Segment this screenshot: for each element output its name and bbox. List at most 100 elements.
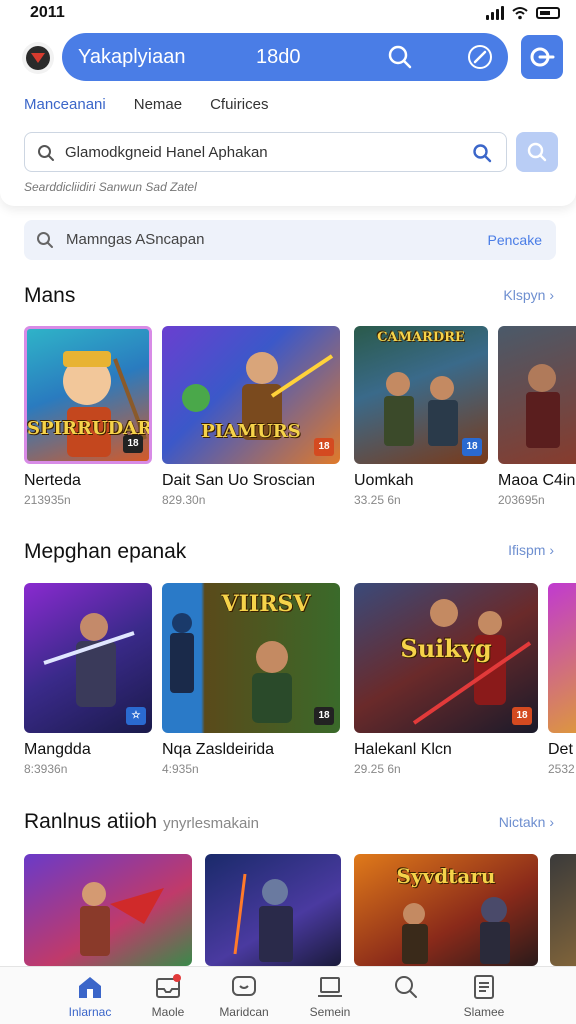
battery-icon: [536, 7, 560, 19]
tab-cfuirices[interactable]: Cfuirices: [210, 96, 268, 113]
status-time: 2011: [30, 4, 65, 21]
game-name: Uomkah: [354, 472, 414, 489]
inbox-icon: [156, 974, 181, 998]
section-see-all-link[interactable]: Nictakn ›: [499, 814, 554, 830]
game-card[interactable]: VIIRSV 18 Nqa Zasldeirida 4:935n: [162, 583, 340, 776]
chevron-right-icon: ›: [549, 287, 554, 303]
character-art-icon: [80, 882, 164, 956]
game-card[interactable]: ☆ Mangdda 8:3936n: [24, 583, 152, 776]
chevron-right-icon: ›: [549, 542, 554, 558]
rating-badge: 18: [314, 438, 334, 456]
tab-nemae[interactable]: Nemae: [134, 96, 182, 113]
nav-label: Maole: [151, 1005, 185, 1019]
tab-bar: Manceanani Nemae Cfuirices: [24, 96, 296, 113]
nav-item-laptop[interactable]: Semein: [290, 973, 370, 1019]
nav-item-inbox[interactable]: Maole: [128, 973, 208, 1019]
app-title: Yakaplyiaan: [78, 46, 186, 68]
section-title: Mepghan epanak: [24, 540, 186, 564]
secondary-search[interactable]: Mamngas ASncapan Pencake: [24, 220, 556, 260]
game-thumbnail: [550, 854, 576, 966]
game-meta: 33.25 6n: [354, 493, 401, 507]
game-thumbnail: PIAMURS 18: [162, 326, 340, 464]
nav-item-document[interactable]: Slamee: [444, 973, 524, 1019]
game-thumbnail: Syvdtaru: [354, 854, 538, 966]
game-card[interactable]: [205, 854, 341, 966]
game-card[interactable]: SPIRRUDAR 18 Nerteda 213935n: [24, 326, 152, 507]
game-thumbnail: [24, 854, 192, 966]
game-card[interactable]: [24, 854, 192, 966]
rating-badge: 18: [512, 707, 532, 725]
game-thumbnail: VIIRSV 18: [162, 583, 340, 733]
game-thumbnail: [498, 326, 576, 464]
secondary-search-action[interactable]: Pencake: [488, 232, 542, 248]
game-thumbnail: CAMARDRE 18: [354, 326, 488, 464]
game-card[interactable]: PIAMURS 18 Dait San Uo Sroscian 829.30n: [162, 326, 340, 507]
game-thumbnail: [548, 583, 576, 733]
search-submit-icon[interactable]: [472, 143, 492, 163]
character-art-icon: [526, 364, 560, 448]
header: 2011 Yakaplyiaan 18d0 Manceanani Nemae C…: [0, 0, 576, 206]
section-see-all-link[interactable]: Klspyn ›: [503, 287, 554, 303]
section-title: Ranlnus atiioh ynyrlesmakain: [24, 810, 259, 834]
section-link-text: Nictakn: [498, 814, 546, 830]
rating-badge: ☆: [126, 707, 146, 725]
search-hint: Searddicliidiri Sanwun Sad Zatel: [24, 180, 197, 194]
nav-item-home[interactable]: Inlarnac: [50, 973, 130, 1019]
section-link-text: Ifispm: [508, 542, 546, 558]
search-button[interactable]: [516, 132, 558, 172]
game-thumbnail: ☆: [24, 583, 152, 733]
chevron-right-icon: ›: [549, 814, 554, 830]
nav-item-search[interactable]: [366, 973, 446, 1005]
section-subtitle: ynyrlesmakain: [163, 815, 259, 832]
avatar[interactable]: [22, 42, 54, 74]
game-art-title: CAMARDRE: [377, 330, 465, 345]
nav-item-chat[interactable]: Maridcan: [204, 973, 284, 1019]
character-art-icon: [233, 873, 293, 962]
app-counter: 18d0: [256, 46, 301, 68]
game-thumbnail: SPIRRUDAR 18: [24, 326, 152, 464]
tab-manceanani[interactable]: Manceanani: [24, 96, 106, 113]
section-link-text: Klspyn: [503, 287, 546, 303]
game-card[interactable]: [550, 854, 576, 966]
game-card[interactable]: CAMARDRE 18 Uomkah 33.25 6n: [354, 326, 488, 507]
wifi-icon: [512, 7, 528, 20]
nav-label: Maridcan: [219, 1005, 269, 1019]
section-title-text: Mepghan epanak: [24, 540, 187, 563]
search-input[interactable]: Glamodkgneid Hanel Aphakan: [24, 132, 507, 172]
rating-badge: 18: [123, 435, 143, 453]
game-card[interactable]: Suikyg 18 Halekanl Klcn 29.25 6n: [354, 583, 538, 776]
game-name: Halekanl Klcn: [354, 741, 452, 758]
brand-logo-icon: [26, 46, 50, 70]
search-icon: [527, 142, 547, 162]
section-see-all-link[interactable]: Ifispm ›: [508, 542, 554, 558]
game-name: Det: [548, 741, 573, 758]
game-thumbnail: Suikyg 18: [354, 583, 538, 733]
game-meta: 213935n: [24, 493, 71, 507]
game-art-title: Suikyg: [400, 634, 492, 663]
chat-icon: [232, 976, 256, 996]
edit-icon[interactable]: [466, 43, 494, 71]
nav-label: Slamee: [463, 1005, 505, 1019]
section-title-text: Ranlnus atiioh: [24, 810, 158, 833]
search-icon: [38, 145, 54, 161]
section-title: Mans: [24, 284, 75, 308]
home-icon: [79, 977, 101, 998]
section-title-text: Mans: [24, 284, 76, 307]
game-name: Nerteda: [24, 472, 81, 489]
game-thumbnail: [205, 854, 341, 966]
game-card[interactable]: Det 2532: [548, 583, 576, 776]
user-settings-icon: [530, 47, 555, 67]
game-card[interactable]: Syvdtaru: [354, 854, 538, 966]
status-bar: 2011: [0, 0, 576, 28]
search-icon[interactable]: [386, 43, 414, 71]
game-art-title: VIIRSV: [221, 591, 311, 617]
game-art-title: Syvdtaru: [396, 864, 496, 888]
game-name: Maoa C4in: [498, 472, 576, 489]
nav-label: Semein: [309, 1005, 351, 1019]
nav-label: Inlarnac: [68, 1005, 112, 1019]
app-bar: Yakaplyiaan 18d0: [62, 33, 508, 81]
document-icon: [474, 975, 494, 999]
game-meta: 2532: [548, 762, 575, 776]
profile-button[interactable]: [521, 35, 563, 79]
game-card[interactable]: Maoa C4in 203695n: [498, 326, 576, 507]
